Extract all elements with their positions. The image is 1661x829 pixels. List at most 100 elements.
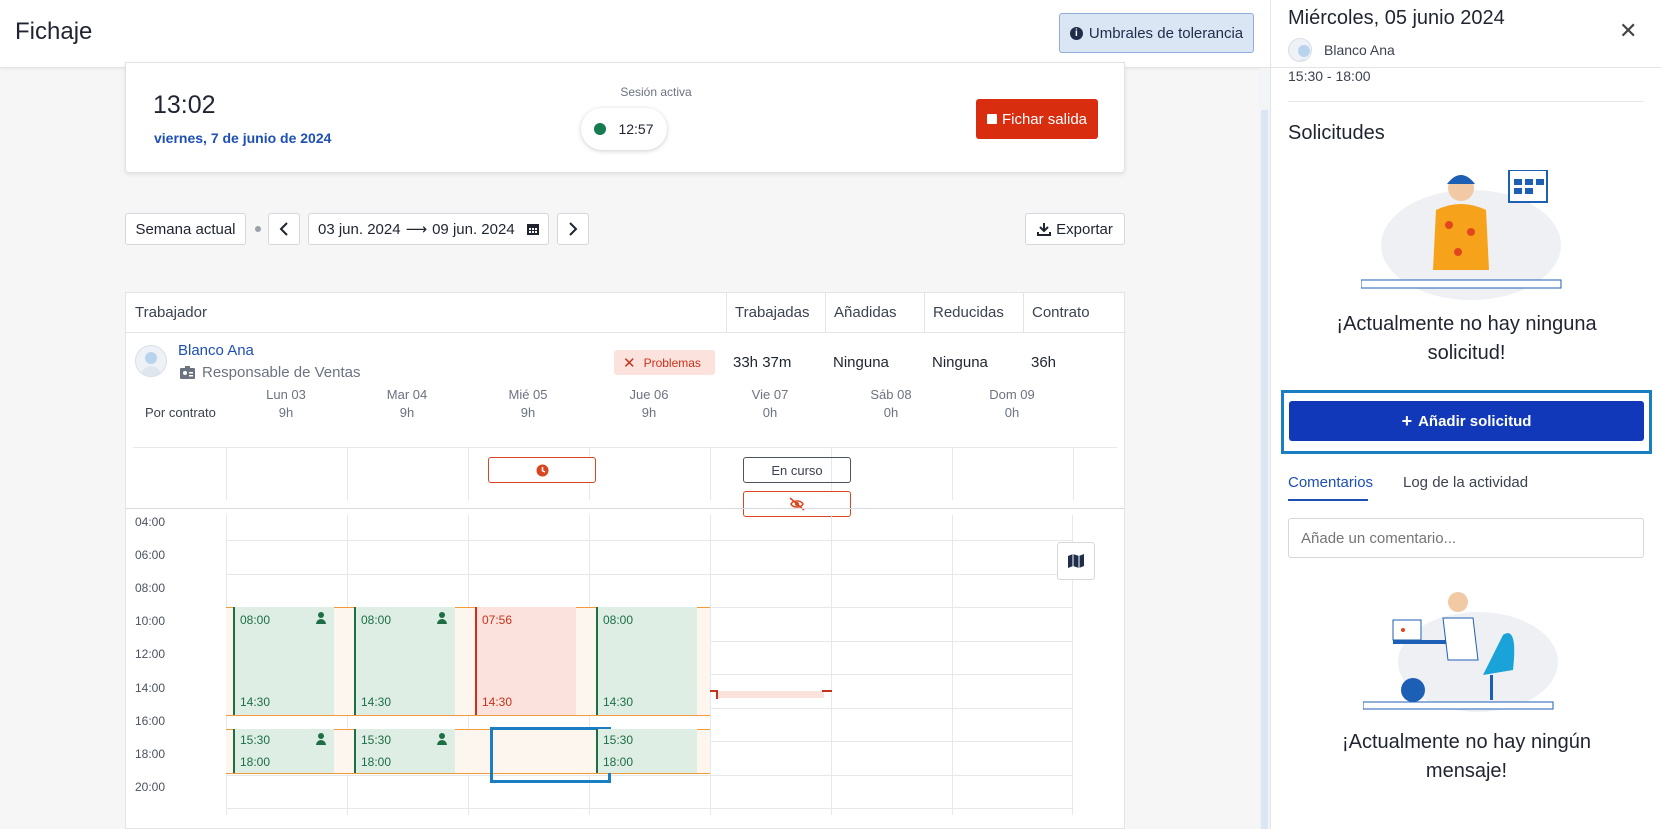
- map-icon: [1068, 554, 1084, 568]
- shift-block[interactable]: 08:00 14:30: [233, 607, 334, 715]
- day-hours: 9h: [641, 405, 657, 420]
- day-hours: 9h: [399, 405, 415, 420]
- error-x-icon: ✕: [623, 354, 636, 372]
- shift-end: 18:00: [361, 755, 392, 769]
- stop-icon: [986, 114, 997, 124]
- shift-end: 18:00: [603, 755, 634, 769]
- add-request-focus-ring: + Añadir solicitud: [1281, 390, 1652, 454]
- day-header-sun: Dom 09 0h: [952, 386, 1072, 422]
- empty-messages-illustration: [1363, 592, 1558, 712]
- clock-icon: [536, 464, 548, 476]
- empty-requests-illustration: [1361, 170, 1562, 300]
- grid-line: [226, 574, 1072, 575]
- col-divider: [710, 515, 711, 815]
- shift-block[interactable]: 08:00 14:30: [354, 607, 455, 715]
- day-name: Mar 04: [386, 387, 428, 402]
- day-name: Mié 05: [508, 387, 548, 402]
- shift-start: 08:00: [603, 613, 634, 627]
- requests-title: Solicitudes: [1288, 122, 1385, 144]
- shift-block-problem[interactable]: 07:56 14:30: [475, 607, 576, 715]
- hour-label: 04:00: [135, 515, 166, 529]
- row-divider: [133, 447, 1117, 448]
- day-name: Sáb 08: [870, 387, 912, 402]
- shift-block[interactable]: 15:30 18:00: [596, 729, 697, 773]
- day-hours: 0h: [762, 405, 778, 420]
- date-range-picker[interactable]: 03 jun. 2024 ⟶ 09 jun. 2024: [308, 213, 549, 245]
- map-button[interactable]: [1057, 542, 1095, 580]
- main-scrollbar[interactable]: [1259, 68, 1270, 829]
- page-title: Fichaje: [15, 18, 93, 45]
- bar-end-marker: [822, 690, 832, 692]
- col-divider: [952, 448, 953, 500]
- tab-comments[interactable]: Comentarios: [1288, 474, 1373, 491]
- tab-activity-log[interactable]: Log de la actividad: [1403, 474, 1528, 491]
- day-hours: 0h: [1004, 405, 1020, 420]
- shift-block[interactable]: 15:30 18:00: [354, 729, 455, 773]
- problems-label: Problemas: [643, 355, 701, 370]
- shift-end: 14:30: [240, 695, 271, 709]
- hour-label: 14:00: [135, 681, 166, 695]
- scrollbar-thumb[interactable]: [1261, 110, 1268, 829]
- panel-header: Miércoles, 05 junio 2024 ✕ Blanco Ana: [1271, 0, 1661, 68]
- shift-block[interactable]: 08:00 14:30: [596, 607, 697, 715]
- reduced-hours: Ninguna: [932, 354, 988, 371]
- day-hours: 9h: [278, 405, 294, 420]
- shift-start: 08:00: [240, 613, 271, 627]
- tolerance-button-label: Umbrales de tolerancia: [1088, 24, 1244, 42]
- added-hours: Ninguna: [833, 354, 889, 371]
- plus-icon: +: [1401, 411, 1413, 431]
- comment-input[interactable]: [1288, 518, 1644, 558]
- shift-block[interactable]: 15:30 18:00: [233, 729, 334, 773]
- shift-start: 07:56: [482, 613, 513, 627]
- col-divider: [710, 448, 711, 500]
- export-button[interactable]: Exportar: [1025, 213, 1125, 245]
- day-header-sat: Sáb 08 0h: [831, 386, 951, 422]
- active-session-pill: 12:57: [581, 108, 667, 150]
- day-name: Dom 09: [989, 387, 1035, 402]
- in-progress-badge[interactable]: En curso: [743, 457, 851, 483]
- problems-badge[interactable]: ✕ Problemas: [614, 350, 715, 375]
- day-header-wed: Mié 05 9h: [468, 386, 588, 422]
- person-icon: [437, 733, 447, 745]
- chevron-left-icon: [279, 222, 288, 236]
- top-bar: Fichaje i Umbrales de tolerancia: [0, 0, 1270, 68]
- chevron-right-icon: [569, 222, 578, 236]
- current-date: viernes, 7 de junio de 2024: [154, 130, 332, 146]
- selected-cell[interactable]: [490, 727, 611, 783]
- day-header-tue: Mar 04 9h: [347, 386, 467, 422]
- shift-end: 14:30: [603, 695, 634, 709]
- header-worker: Trabajador: [126, 293, 726, 333]
- worker-avatar: [135, 345, 167, 377]
- current-week-button[interactable]: Semana actual: [125, 213, 246, 245]
- id-badge-icon: [180, 366, 195, 379]
- hour-label: 10:00: [135, 614, 166, 628]
- header-reduced: Reducidas: [924, 293, 1024, 333]
- shift-end: 18:00: [240, 755, 271, 769]
- add-request-button[interactable]: + Añadir solicitud: [1289, 401, 1644, 441]
- bar-start-marker: [710, 690, 718, 699]
- location-warning-button[interactable]: [743, 491, 851, 517]
- prev-week-button[interactable]: [268, 213, 300, 245]
- divider: [1288, 101, 1644, 102]
- clock-out-button[interactable]: Fichar salida: [976, 99, 1098, 139]
- panel-schedule: 15:30 - 18:00: [1288, 68, 1371, 84]
- row-divider: [126, 508, 1124, 509]
- worker-name-link[interactable]: Blanco Ana: [178, 342, 254, 359]
- close-icon[interactable]: ✕: [1619, 20, 1637, 42]
- next-week-button[interactable]: [557, 213, 589, 245]
- grid-line: [226, 775, 1072, 776]
- hour-label: 18:00: [135, 747, 166, 761]
- col-divider: [952, 515, 953, 815]
- col-divider: [468, 448, 469, 500]
- download-icon: [1037, 223, 1052, 236]
- hour-label: 06:00: [135, 548, 166, 562]
- hour-label: 12:00: [135, 647, 166, 661]
- timesheet-table: Trabajador Trabajadas Añadidas Reducidas…: [125, 292, 1126, 829]
- in-progress-bar[interactable]: [716, 691, 824, 698]
- day-header-mon: Lun 03 9h: [226, 386, 346, 422]
- tolerance-thresholds-button[interactable]: i Umbrales de tolerancia: [1059, 13, 1254, 53]
- worked-hours: 33h 37m: [733, 354, 792, 371]
- session-card: 13:02 viernes, 7 de junio de 2024 Sesión…: [125, 62, 1125, 173]
- shift-start: 15:30: [240, 733, 271, 747]
- late-warning-button[interactable]: [488, 457, 596, 483]
